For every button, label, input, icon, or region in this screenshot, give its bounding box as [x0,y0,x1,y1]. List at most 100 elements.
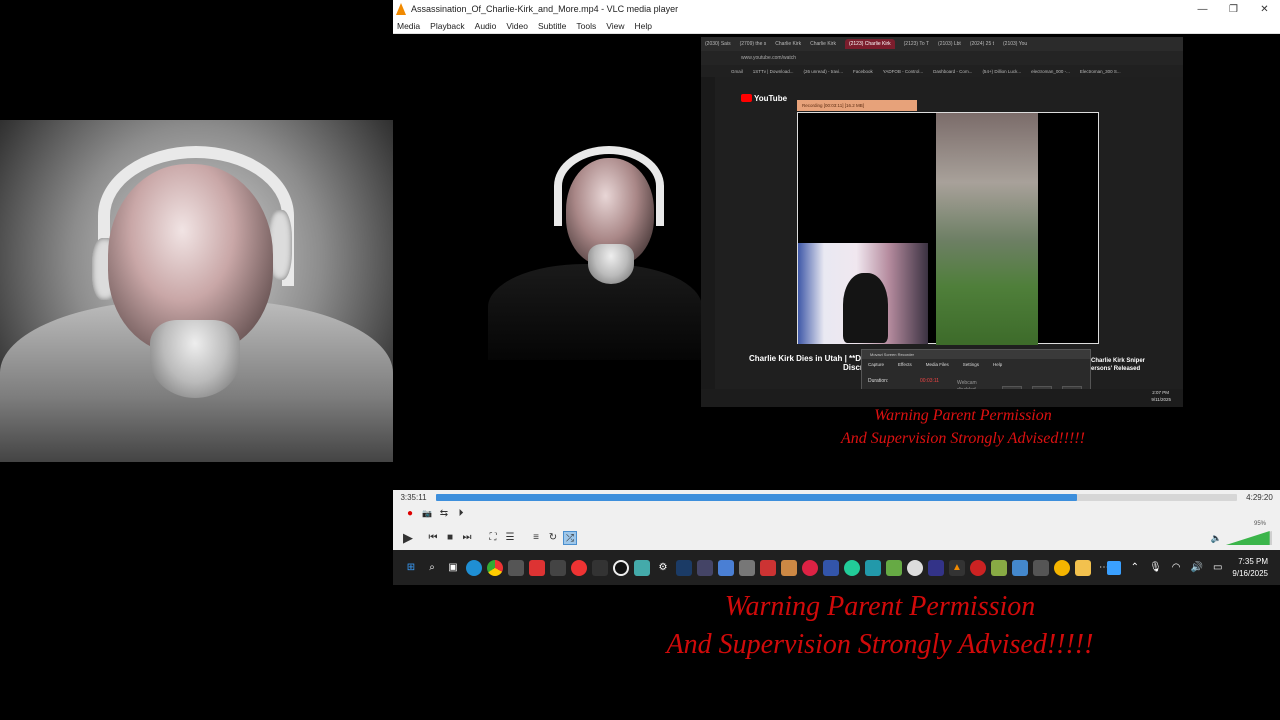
opera-icon[interactable] [571,559,587,576]
app-icon[interactable] [592,559,608,576]
edge-icon[interactable] [466,559,482,576]
bookmark: (54+) Dillion Luck... [982,68,1022,74]
chevron-up-icon[interactable]: ⌃ [1131,562,1139,573]
clock-date: 9/16/2025 [1232,568,1268,578]
app-icon[interactable] [634,559,650,576]
app-icon[interactable] [697,559,713,576]
shuffle-icon[interactable]: ⤮ [563,531,577,545]
browser-tab: (2103) Lbt [938,41,961,47]
minimize-button[interactable]: — [1187,4,1218,15]
video-host-frame [798,243,928,344]
app-icon[interactable] [529,559,545,576]
settings-icon[interactable]: ⚙ [655,560,671,576]
menu-view[interactable]: View [606,21,624,31]
browser-tab: (2030) Sais [705,41,731,47]
app-icon[interactable] [550,559,566,576]
youtube-label: YouTube [754,94,788,103]
vlc-taskbar-icon[interactable]: ▲ [949,559,965,576]
restore-button[interactable]: ❐ [1218,4,1249,15]
app-icon[interactable] [718,559,734,576]
volume-fill [1226,531,1270,545]
play-icon[interactable]: ▶ [399,529,417,547]
loop-icon[interactable]: ↻ [546,531,560,545]
snapshot-icon[interactable]: 📷 [420,507,434,521]
browser-tab: (2024) 25 t [969,41,995,47]
app-icon[interactable] [970,559,986,576]
video-title-right-text2: ersons' Released [1091,366,1141,372]
search-icon[interactable]: ⌕ [424,560,440,576]
browser-tab: (2709) the s [739,41,767,47]
app-icon[interactable] [907,559,923,576]
app-icon[interactable] [991,559,1007,576]
recorder-menu-item: Effects [898,362,912,367]
volume-icon[interactable]: 🔈 [1211,533,1222,544]
menu-playback[interactable]: Playback [430,21,465,31]
total-time: 4:29:20 [1246,492,1273,502]
recorder-duration-label: Duration: [868,378,889,384]
recorder-menu-item: Settings [962,362,979,367]
taskbar-clock[interactable]: 7:35 PM 9/16/2025 [1232,556,1268,580]
app-icon[interactable] [1033,559,1049,576]
window-title: Assassination_Of_Charlie-Kirk_and_More.m… [411,4,679,14]
playlist-icon[interactable]: ≡ [529,531,543,545]
menu-help[interactable]: Help [634,21,651,31]
menu-video[interactable]: Video [506,21,528,31]
warning-small-line1: Warning Parent Permission [874,407,1052,424]
wifi-icon[interactable]: ◠ [1172,562,1181,573]
video-webcam [488,144,702,360]
app-icon[interactable] [844,559,860,576]
video-title-left-text: Charlie Kirk Dies in Utah | **Delete [749,354,880,363]
menu-subtitle[interactable]: Subtitle [538,21,566,31]
seek-bar[interactable] [436,493,1237,501]
app-icon[interactable] [802,559,818,576]
title-bar: Assassination_Of_Charlie-Kirk_and_More.m… [393,0,1280,18]
loop-ab-icon[interactable]: ⇆ [437,507,451,521]
calculator-icon[interactable] [508,559,524,576]
webcam-overlay [0,0,393,462]
stop-icon[interactable]: ■ [443,531,457,545]
microphone-icon[interactable]: 🎙 [1149,562,1162,573]
captured-clock-time: 2:07 PM [1152,390,1169,395]
app-icon[interactable] [886,559,902,576]
app-icon[interactable] [865,559,881,576]
extended-settings-icon[interactable]: ☰ [503,531,517,545]
file-explorer-icon[interactable] [1075,559,1091,576]
browser-url-bar: www.youtube.com/watch [701,51,1183,65]
recorder-duration-value: 00:03:11 [920,378,940,384]
volume-slider[interactable]: 95% [1226,521,1272,545]
next-icon[interactable]: ⏭ [460,531,474,545]
obs-icon[interactable] [613,559,629,576]
menu-tools[interactable]: Tools [576,21,596,31]
task-view-icon[interactable]: ▣ [445,560,461,576]
steam-icon[interactable] [676,559,692,576]
app-icon[interactable] [1012,559,1028,576]
fullscreen-icon[interactable]: ⛶ [486,531,500,545]
app-icon[interactable] [781,559,797,576]
browser-tab: (2123) To T [903,41,930,47]
menu-bar: Media Playback Audio Video Subtitle Tool… [393,18,1280,34]
video-area[interactable]: (2030) Sais (2709) the s Charlie Kirk Ch… [393,34,1280,490]
record-icon[interactable]: ● [403,507,417,521]
app-icon[interactable] [1054,559,1070,576]
chrome-icon[interactable] [487,559,503,576]
previous-icon[interactable]: ⏮ [426,531,440,545]
frame-step-icon[interactable]: ⏵ [454,507,468,521]
recorder-menu-item: Help [992,362,1003,367]
seek-row: 3:35:11 4:29:20 [393,490,1280,504]
battery-icon[interactable]: ▭ [1213,562,1222,573]
video-title-right-text: Charlie Kirk Sniper [1091,358,1146,364]
close-button[interactable]: ✕ [1249,4,1280,15]
screen: Assassination_Of_Charlie-Kirk_and_More.m… [0,0,1280,720]
menu-media[interactable]: Media [397,21,420,31]
app-icon[interactable] [823,559,839,576]
app-icon[interactable] [760,559,776,576]
browser-tab-active: (2123) Charlie Kirk [844,39,895,49]
app-icon[interactable] [739,559,755,576]
notification-app-icon[interactable] [1106,560,1121,575]
windows-start-icon[interactable]: ⊞ [403,560,419,576]
speaker-icon[interactable]: 🔊 [1191,562,1203,573]
bookmark: 1STTv | Download... [752,68,794,74]
menu-audio[interactable]: Audio [475,21,497,31]
app-icon[interactable] [928,559,944,576]
warning-overlay-small: Warning Parent Permission And Supervisio… [823,404,1103,450]
